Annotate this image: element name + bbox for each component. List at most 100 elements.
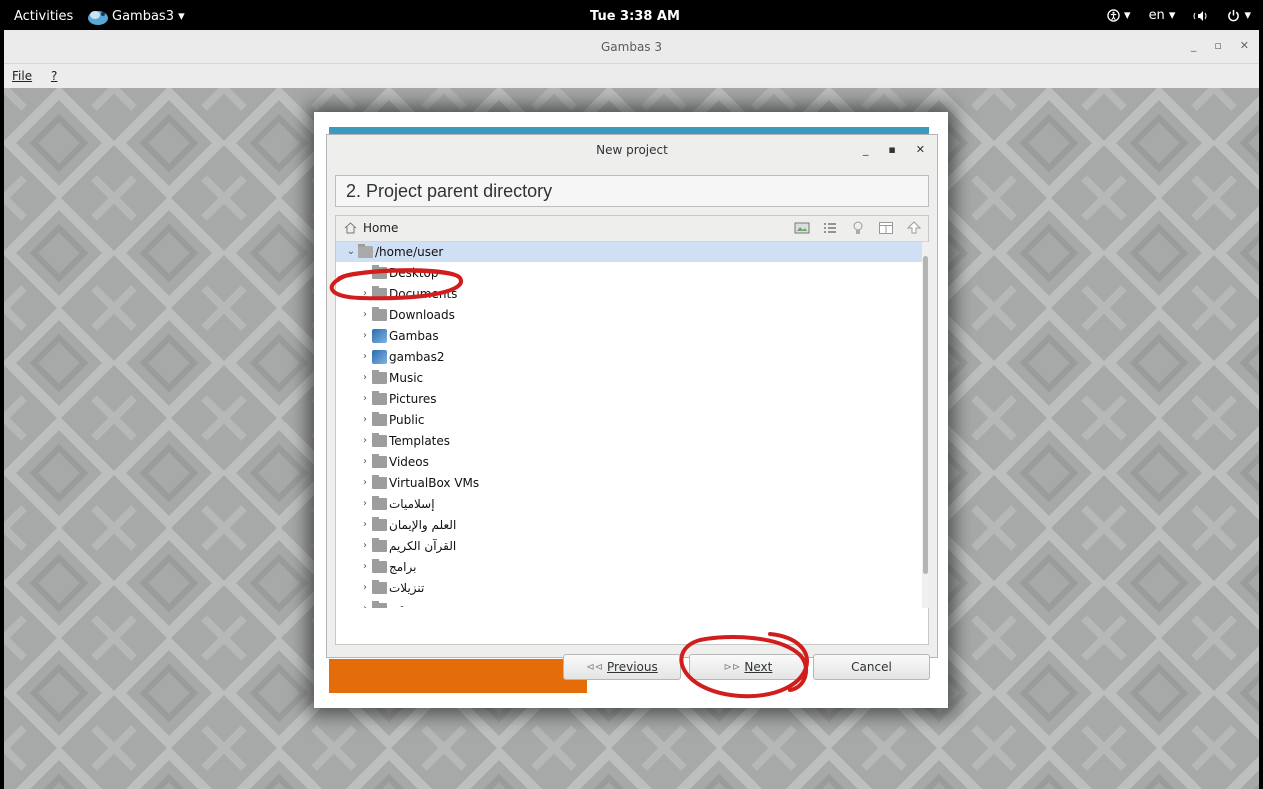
gambas-folder-icon (372, 328, 387, 343)
tree-row[interactable]: › Downloads (336, 304, 922, 325)
folder-icon (372, 306, 387, 321)
activities-button[interactable]: Activities (14, 9, 73, 24)
tree-item-label: gambas2 (389, 349, 445, 364)
folder-icon (372, 285, 387, 300)
folder-icon (372, 432, 387, 447)
window-titlebar[interactable]: Gambas 3 _ ▫ ✕ (4, 30, 1259, 64)
tree-row[interactable]: › Templates (336, 430, 922, 451)
accent-block-orange (329, 659, 587, 693)
tree-row[interactable]: › Gambas (336, 325, 922, 346)
menu-file[interactable]: File (12, 69, 32, 83)
tree-item-label: Videos (389, 454, 429, 469)
chevron-right-icon[interactable]: › (360, 267, 370, 278)
tree-item-label: إسلاميات (389, 496, 435, 511)
next-label: Next (744, 660, 773, 674)
chevron-right-icon[interactable]: › (360, 582, 370, 593)
tree-item-label: Templates (389, 433, 451, 448)
chevron-right-icon[interactable]: › (360, 540, 370, 551)
tree-item-label: العلم والإيمان (389, 517, 457, 532)
dialog-maximize-button[interactable]: ▪ (888, 143, 895, 156)
accessibility-menu-arrow: ▾ (1124, 8, 1131, 23)
next-icon: ⊳⊳ (723, 661, 741, 673)
app-menu[interactable]: Gambas3 ▾ (86, 5, 185, 27)
chevron-right-icon[interactable]: › (360, 603, 370, 608)
menu-bar: File ? (4, 64, 1259, 88)
chevron-down-icon[interactable]: ⌄ (346, 246, 356, 257)
folder-icon (372, 474, 387, 489)
dialog-titlebar[interactable]: New project _ ▪ ✕ (327, 135, 937, 167)
tree-row[interactable]: › موسيقى (336, 598, 922, 608)
chevron-right-icon[interactable]: › (360, 477, 370, 488)
tree-row[interactable]: › القرآن الكريم (336, 535, 922, 556)
browser-toolbar-icons (794, 220, 922, 236)
previous-button[interactable]: ⊲⊲ Previous (563, 654, 681, 680)
home-label: Home (363, 221, 399, 235)
tree-row[interactable]: › gambas2 (336, 346, 922, 367)
tree-row[interactable]: › العلم والإيمان (336, 514, 922, 535)
tree-row[interactable]: › Videos (336, 451, 922, 472)
detail-view-icon[interactable] (822, 220, 838, 236)
chevron-right-icon[interactable]: › (360, 414, 370, 425)
minimize-button[interactable]: _ (1191, 39, 1197, 52)
volume-icon[interactable] (1193, 10, 1209, 22)
close-button[interactable]: ✕ (1240, 39, 1249, 52)
tree-row[interactable]: › Pictures (336, 388, 922, 409)
dialog-close-button[interactable]: ✕ (916, 143, 925, 156)
power-menu-arrow: ▾ (1244, 8, 1251, 23)
scrollbar-thumb[interactable] (923, 256, 928, 574)
folder-icon (372, 579, 387, 594)
dialog-title: New project (596, 143, 668, 157)
tree-row[interactable]: › Documents (336, 283, 922, 304)
accessibility-menu[interactable]: ▾ (1107, 8, 1131, 23)
directory-tree: ⌄/home/user › Desktop › Documents › Downloads ›… (336, 242, 922, 608)
chevron-right-icon[interactable]: › (360, 561, 370, 572)
tree-row[interactable]: › VirtualBox VMs (336, 472, 922, 493)
tree-row[interactable]: › برامج (336, 556, 922, 577)
previous-icon: ⊲⊲ (586, 661, 604, 673)
dialog-minimize-button[interactable]: _ (863, 143, 869, 156)
new-project-dialog: New project _ ▪ ✕ 2. Project parent dire… (326, 134, 938, 658)
chevron-right-icon[interactable]: › (360, 498, 370, 509)
tree-row[interactable]: › Public (336, 409, 922, 430)
chevron-right-icon[interactable]: › (360, 435, 370, 446)
menu-help[interactable]: ? (51, 69, 57, 83)
tree-item-label: VirtualBox VMs (389, 475, 480, 490)
tree-row[interactable]: › Desktop (336, 262, 922, 283)
tree-row[interactable]: › تنزيلات (336, 577, 922, 598)
tree-row[interactable]: › إسلاميات (336, 493, 922, 514)
cancel-label: Cancel (851, 660, 892, 674)
folder-icon (372, 369, 387, 384)
language-menu[interactable]: en ▾ (1149, 8, 1176, 23)
chevron-right-icon[interactable]: › (360, 393, 370, 404)
tree-item-label: Downloads (389, 307, 455, 322)
window-title: Gambas 3 (600, 40, 662, 54)
chevron-right-icon[interactable]: › (360, 456, 370, 467)
home-location[interactable]: Home (344, 221, 398, 235)
accessibility-icon (1107, 9, 1120, 22)
tree-scrollbar[interactable] (922, 242, 929, 608)
folder-icon (372, 600, 387, 608)
power-menu[interactable]: ▾ (1227, 8, 1251, 23)
parent-directory-icon[interactable] (906, 220, 922, 236)
tree-row-selected[interactable]: ⌄ /home/user (336, 242, 922, 262)
tree-item-label: Documents (389, 286, 458, 301)
chevron-right-icon[interactable]: › (360, 309, 370, 320)
tree-row[interactable]: › Music (336, 367, 922, 388)
chevron-right-icon[interactable]: › (360, 519, 370, 530)
chevron-right-icon[interactable]: › (360, 372, 370, 383)
clock[interactable]: Tue 3:38 AM (590, 9, 680, 24)
gnome-top-bar: Activities Gambas3 ▾ Tue 3:38 AM ▾ en ▾ … (0, 0, 1263, 33)
gambas-app-icon (88, 11, 108, 25)
preview-icon[interactable] (794, 220, 810, 236)
tree-item-label: Music (389, 370, 424, 385)
cancel-button[interactable]: Cancel (813, 654, 930, 680)
chevron-right-icon[interactable]: › (360, 288, 370, 299)
chevron-right-icon[interactable]: › (360, 330, 370, 341)
next-button[interactable]: ⊳⊳ Next (689, 654, 807, 680)
hidden-files-icon[interactable] (850, 220, 866, 236)
panel-view-icon[interactable] (878, 220, 894, 236)
step-heading: 2. Project parent directory (335, 175, 929, 207)
gambas-folder-icon (372, 349, 387, 364)
chevron-right-icon[interactable]: › (360, 351, 370, 362)
maximize-button[interactable]: ▫ (1214, 39, 1221, 52)
